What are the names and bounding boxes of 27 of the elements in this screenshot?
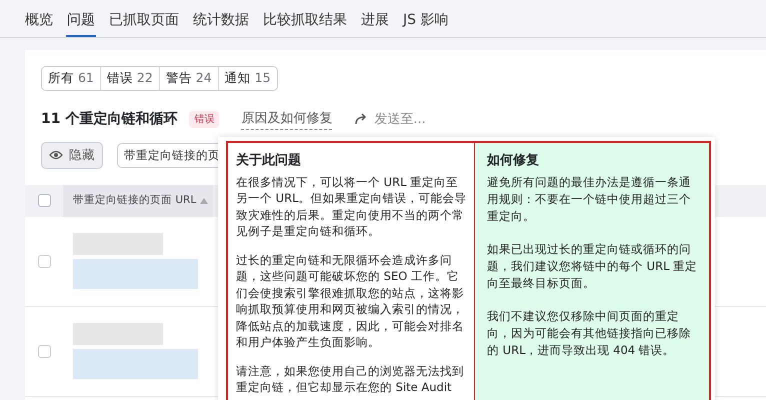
- nav-tab[interactable]: 进展: [360, 0, 390, 37]
- about-paragraph: 过长的重定向链和无限循环会造成许多问题，这些问题可能破坏您的 SEO 工作。它们会使搜索引擎很难抓取您的站点，这将影响抓取预算使用和网页被编入索引的情况，降低站点的加载速度，因此，可能会对排名和用户体验产生负面影响。: [236, 252, 465, 350]
- about-paragraph: 在很多情况下，可以将一个 URL 重定向至另一个 URL。但如果重定向错误，可能会导致灾难性的后果。重定向使用不当的两个常见例子是重定向链和循环。: [236, 174, 468, 240]
- header-checkbox[interactable]: [38, 194, 50, 207]
- fix-paragraph: 如果已出现过长的重定向链或循环的问题，我们建议您将链中的每个 URL 重定向至最终目标页面。: [487, 240, 698, 292]
- fix-paragraph: 我们不建议您仅移除中间页面的重定向，因为可能会有其他链接指向已移除的 URL，进而导致出现 404 错误。: [487, 308, 692, 358]
- nav-tab[interactable]: 概览: [24, 0, 54, 37]
- issue-title: 11 个重定向链和循环: [41, 110, 178, 129]
- nav-tab[interactable]: 问题: [66, 0, 96, 37]
- nav-tab[interactable]: 比较抓取结果: [262, 0, 348, 37]
- row-checkbox[interactable]: [38, 344, 50, 358]
- sort-icon: [200, 198, 208, 204]
- error-badge: 错误: [189, 110, 220, 128]
- nav-tab[interactable]: JS 影响: [402, 0, 450, 37]
- filter-tab[interactable]: 通知 15: [218, 67, 277, 90]
- fix-title: 如何修复: [487, 152, 540, 170]
- hide-button[interactable]: 隐藏: [41, 142, 103, 168]
- about-paragraph: 请注意，如果您使用自己的浏览器无法找到重定向链，但它却显示在您的 Site Audit: [236, 362, 465, 396]
- why-fix-link[interactable]: 原因及如何修复: [241, 109, 332, 130]
- nav-tab[interactable]: 已抓取页面: [108, 0, 180, 37]
- fix-paragraph: 避免所有问题的最佳办法是遵循一条通用规则：不要在一个链中使用超过三个重定向。: [487, 174, 692, 224]
- nav-tab[interactable]: 统计数据: [192, 0, 250, 37]
- send-to-link[interactable]: 发送至...: [374, 110, 426, 129]
- column-header[interactable]: 带重定向链接的页面 URL: [63, 184, 213, 216]
- share-arrow-icon: [354, 113, 368, 126]
- row-checkbox[interactable]: [38, 254, 50, 268]
- eye-icon: [49, 150, 63, 160]
